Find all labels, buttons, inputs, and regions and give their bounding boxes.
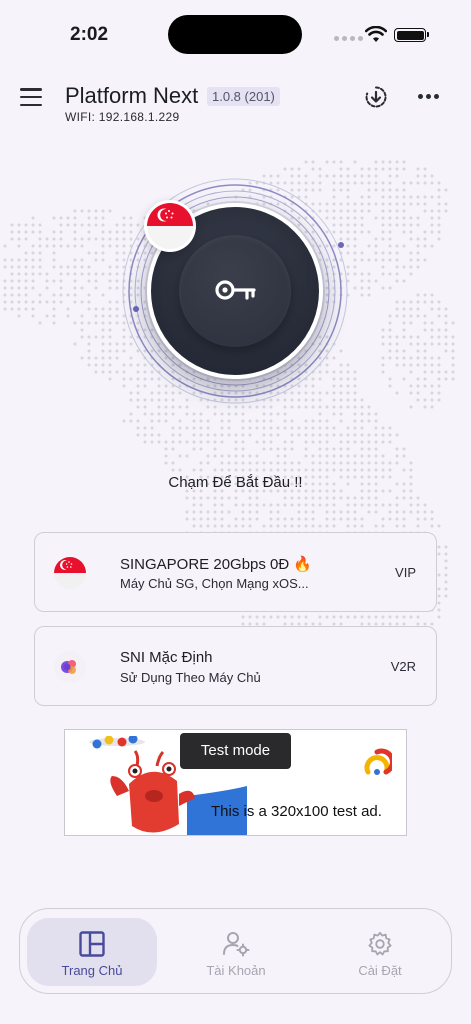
wifi-ip-label: WIFI: 192.168.1.229 xyxy=(65,110,180,124)
connect-inner-disc xyxy=(179,235,291,347)
download-icon[interactable] xyxy=(364,85,388,109)
nav-tab-home[interactable]: Trang Chủ xyxy=(27,918,157,986)
wifi-icon xyxy=(365,26,387,42)
more-icon[interactable] xyxy=(418,94,439,99)
tap-to-start-label: Chạm Để Bắt Đầu !! xyxy=(168,474,303,491)
sni-logo-icon xyxy=(53,650,87,684)
sni-select-card[interactable]: SNI Mặc Định Sử Dụng Theo Máy Chủ V2R xyxy=(34,626,437,706)
dashboard-icon xyxy=(79,931,105,957)
menu-icon[interactable] xyxy=(20,88,42,106)
app-title: Platform Next xyxy=(65,83,199,108)
nav-tab-home-label: Trang Chủ xyxy=(61,963,123,978)
server-name: SINGAPORE 20Gbps 0Đ 🔥 xyxy=(120,556,313,573)
user-settings-icon xyxy=(223,932,250,957)
server-description: Máy Chủ SG, Chọn Mạng xOS... xyxy=(120,576,309,591)
sni-protocol-tag: V2R xyxy=(390,659,416,674)
status-time: 2:02 xyxy=(70,24,109,45)
nav-tab-account-label: Tài Khoản xyxy=(206,963,266,978)
dynamic-island xyxy=(168,15,302,54)
cellular-signal-icon xyxy=(334,36,363,41)
version-badge: 1.0.8 (201) xyxy=(207,87,280,106)
connect-area xyxy=(120,176,350,406)
ad-network-logo-icon xyxy=(364,748,392,775)
key-icon xyxy=(215,280,256,300)
singapore-flag-icon xyxy=(53,556,87,590)
nav-tab-settings-label: Cài Đặt xyxy=(358,963,402,978)
sni-description: Sử Dụng Theo Máy Chủ xyxy=(120,670,261,685)
test-mode-badge: Test mode xyxy=(180,733,291,769)
server-tier-tag: VIP xyxy=(395,565,416,580)
gear-icon xyxy=(368,931,392,956)
nav-tab-settings[interactable]: Cài Đặt xyxy=(315,918,445,986)
sni-name: SNI Mặc Định xyxy=(120,649,213,666)
singapore-flag-icon xyxy=(144,200,196,252)
battery-icon xyxy=(394,28,429,42)
nav-tab-account[interactable]: Tài Khoản xyxy=(171,918,301,986)
bottom-nav: Trang Chủ Tài Khoản Cài Đặt xyxy=(19,908,452,994)
server-select-card[interactable]: SINGAPORE 20Gbps 0Đ 🔥 Máy Chủ SG, Chọn M… xyxy=(34,532,437,612)
ad-text: This is a 320x100 test ad. xyxy=(211,803,382,820)
status-bar: 2:02 xyxy=(0,0,471,70)
